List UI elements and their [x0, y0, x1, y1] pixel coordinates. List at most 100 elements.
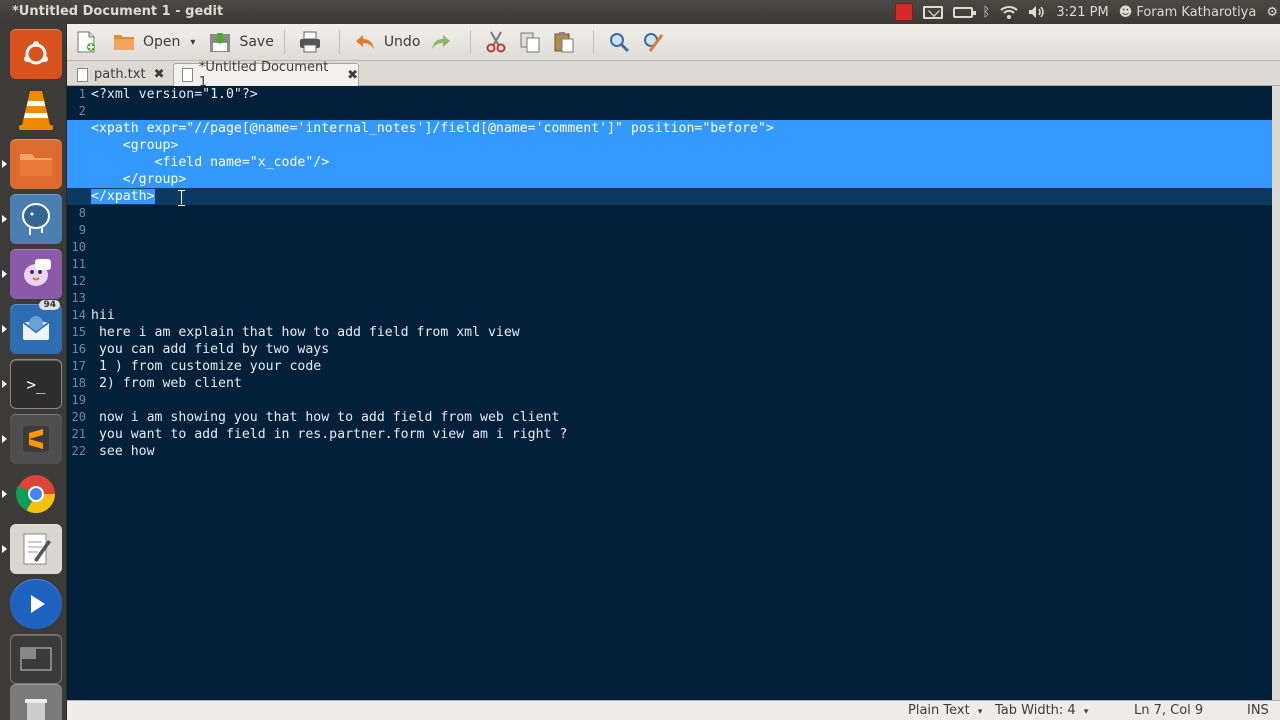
print-button[interactable]	[299, 27, 329, 57]
media-player-icon[interactable]	[10, 579, 62, 629]
new-document-button[interactable]	[75, 27, 105, 57]
status-bar: Plain Text ▾ Tab Width: 4 ▾ Ln 7, Col 9 …	[67, 700, 1280, 720]
code-line[interactable]: hii	[91, 307, 1272, 324]
ubuntu-dash-icon[interactable]	[10, 29, 62, 79]
line-number: 9	[78, 223, 86, 237]
code-line[interactable]	[91, 222, 1272, 239]
cursor-position: Ln 7, Col 9	[1134, 703, 1204, 718]
save-label: Save	[239, 34, 274, 50]
printer-icon	[299, 31, 321, 53]
line-number: 10	[71, 240, 86, 254]
wifi-icon[interactable]	[1000, 0, 1019, 24]
chrome-icon[interactable]	[10, 469, 62, 519]
scissors-icon	[485, 31, 507, 53]
code-line[interactable]	[91, 392, 1272, 409]
line-number: 21	[71, 427, 86, 441]
code-line[interactable]	[91, 290, 1272, 307]
code-line[interactable]	[91, 205, 1272, 222]
save-icon	[209, 31, 231, 53]
line-number: 2	[78, 104, 86, 118]
paste-button[interactable]	[553, 27, 583, 57]
tab-width-selector[interactable]: Tab Width: 4 ▾	[995, 703, 1088, 718]
line-number: 18	[71, 376, 86, 390]
system-tray: ᛒ 3:21 PM ☻ Foram Katharotiya ⚙	[894, 0, 1280, 24]
tab-untitled-document-1[interactable]: *Untitled Document 1 ✖	[173, 60, 359, 90]
tab-path-txt[interactable]: path.txt ✖	[69, 63, 169, 86]
code-line[interactable]: here i am explain that how to add field …	[91, 324, 1272, 341]
undo-icon	[354, 31, 376, 53]
vlc-icon[interactable]	[10, 84, 62, 134]
code-line[interactable]: you can add field by two ways	[91, 341, 1272, 358]
open-recent-dropdown[interactable]: ▾	[190, 27, 195, 57]
search-icon	[608, 31, 630, 53]
folder-icon	[113, 31, 135, 53]
clock[interactable]: 3:21 PM	[1056, 0, 1108, 24]
redo-button[interactable]	[430, 27, 460, 57]
terminal-icon[interactable]: >_	[10, 359, 62, 409]
mouse-ibeam-cursor	[178, 190, 185, 206]
save-button[interactable]: Save	[209, 27, 274, 57]
user-menu[interactable]: ☻ Foram Katharotiya	[1119, 0, 1257, 24]
volume-icon[interactable]	[1028, 0, 1046, 24]
chevron-down-icon: ▾	[977, 707, 983, 717]
gear-icon[interactable]: ⚙	[1266, 0, 1278, 24]
open-button[interactable]: Open	[113, 27, 180, 57]
close-icon[interactable]: ✖	[347, 68, 358, 83]
thunderbird-icon[interactable]: 94	[10, 300, 62, 354]
workspace-switcher-icon[interactable]	[10, 634, 62, 684]
code-line[interactable]: </xpath>	[67, 188, 1272, 205]
trash-icon[interactable]	[10, 684, 62, 720]
redo-icon	[430, 31, 452, 53]
selected-text: </xpath>	[91, 189, 155, 204]
line-number: 17	[71, 359, 86, 373]
text-editor-icon[interactable]	[10, 524, 62, 574]
copy-button[interactable]	[519, 27, 549, 57]
language-selector[interactable]: Plain Text ▾	[908, 703, 982, 718]
files-icon[interactable]	[10, 139, 62, 189]
find-button[interactable]	[608, 27, 638, 57]
code-line[interactable]: see how	[91, 443, 1272, 460]
close-icon[interactable]: ✖	[154, 67, 165, 82]
copy-icon	[519, 31, 541, 53]
user-name: Foram Katharotiya	[1136, 4, 1257, 20]
language-label: Plain Text	[908, 703, 970, 718]
toolbar-separator	[593, 30, 595, 54]
recording-indicator[interactable]	[894, 0, 913, 24]
code-line[interactable]: <field name="x_code"/>	[67, 154, 1272, 171]
undo-button[interactable]: Undo	[354, 27, 420, 57]
vertical-scrollbar[interactable]	[1272, 86, 1280, 700]
code-line[interactable]: <?xml version="1.0"?>	[91, 86, 1272, 103]
code-line[interactable]: you want to add field in res.partner.for…	[91, 426, 1272, 443]
line-number: 15	[71, 325, 86, 339]
tab-label: path.txt	[94, 67, 146, 82]
code-line[interactable]: 2) from web client	[91, 375, 1272, 392]
toolbar-separator	[470, 30, 472, 54]
document-icon	[77, 67, 88, 82]
code-line[interactable]	[91, 103, 1272, 120]
line-number: 12	[71, 274, 86, 288]
tab-width-label: Tab Width: 4	[995, 703, 1076, 718]
battery-icon[interactable]	[952, 0, 976, 24]
toolbar: Open ▾ Save Undo	[67, 24, 1280, 61]
code-line[interactable]: 1 ) from customize your code	[91, 358, 1272, 375]
unread-count-badge: 94	[39, 300, 60, 310]
line-number: 22	[71, 444, 86, 458]
tab-bar: path.txt ✖ *Untitled Document 1 ✖	[67, 60, 1280, 90]
pidgin-icon[interactable]	[10, 249, 62, 299]
sublime-text-icon[interactable]	[10, 414, 62, 464]
code-line[interactable]	[91, 256, 1272, 273]
code-line[interactable]: <group>	[67, 137, 1272, 154]
find-replace-button[interactable]	[642, 27, 672, 57]
toolbar-separator	[283, 30, 285, 54]
code-line[interactable]: now i am showing you that how to add fie…	[91, 409, 1272, 426]
text-editor-area[interactable]: 12345678910111213141516171819202122 <?xm…	[67, 86, 1272, 700]
mail-icon[interactable]	[922, 0, 943, 24]
code-line[interactable]	[91, 239, 1272, 256]
cut-button[interactable]	[485, 27, 515, 57]
new-document-icon	[75, 31, 97, 53]
code-line[interactable]: <xpath expr="//page[@name='internal_note…	[67, 120, 1272, 137]
code-line[interactable]	[91, 273, 1272, 290]
postgresql-icon[interactable]	[10, 194, 62, 244]
bluetooth-icon[interactable]: ᛒ	[983, 0, 991, 24]
code-line[interactable]: </group>	[67, 171, 1272, 188]
